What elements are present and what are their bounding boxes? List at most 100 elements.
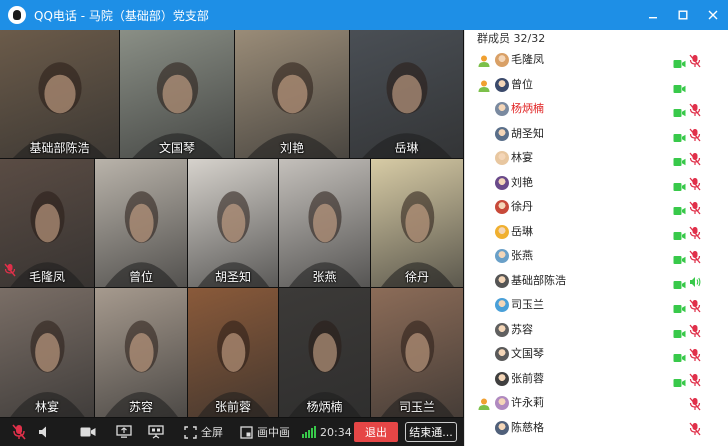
member-count-header: 群成员 32/32	[477, 32, 546, 45]
avatar	[495, 249, 509, 263]
mic-muted-icon	[689, 323, 701, 342]
admin-user-icon	[477, 78, 491, 97]
member-row[interactable]: 徐丹	[465, 195, 728, 220]
mic-muted-icon	[689, 298, 701, 317]
camera-on-icon	[673, 103, 686, 122]
tile-participant-name: 文国琴	[158, 141, 195, 155]
camera-on-icon	[673, 250, 686, 269]
video-grid: 基础部陈浩 文国琴 刘艳 岳琳 毛隆凤 曾位 胡圣知 张燕 徐丹 林宴 苏容 张…	[0, 30, 464, 418]
member-row[interactable]: 岳琳	[465, 220, 728, 245]
avatar	[495, 371, 509, 386]
speaker-button[interactable]	[38, 418, 52, 446]
member-name: 徐丹	[511, 200, 533, 213]
video-tile[interactable]: 胡圣知	[188, 159, 278, 287]
avatar	[495, 396, 509, 410]
video-tile[interactable]: 曾位	[95, 159, 187, 287]
mic-muted-icon	[689, 200, 701, 219]
tile-participant-name: 林宴	[34, 400, 59, 414]
pip-label: 画中画	[257, 426, 290, 439]
avatar	[495, 347, 509, 361]
member-row[interactable]: 杨炳楠	[465, 97, 728, 122]
window-title: QQ电话 - 马院（基础部）党支部	[34, 8, 209, 23]
camera-on-icon	[673, 324, 686, 343]
video-tile[interactable]: 张前蓉	[188, 288, 278, 417]
mic-muted-icon	[689, 421, 701, 440]
member-row[interactable]: 基础部陈浩	[465, 269, 728, 294]
video-tile[interactable]: 刘艳	[235, 30, 349, 158]
mic-muted-icon	[689, 102, 701, 121]
exit-button[interactable]: 退出	[354, 422, 398, 442]
mic-mute-button[interactable]	[12, 418, 26, 446]
member-row[interactable]: 文国琴	[465, 342, 728, 367]
video-tile[interactable]: 杨炳楠	[279, 288, 370, 417]
minimize-button[interactable]	[638, 0, 668, 30]
picture-in-picture-icon	[240, 425, 253, 439]
tile-participant-name: 胡圣知	[214, 270, 251, 284]
speaking-icon	[689, 274, 701, 293]
member-row[interactable]: 胡圣知	[465, 122, 728, 147]
window-controls	[638, 0, 728, 30]
member-name: 岳琳	[511, 224, 533, 238]
mic-muted-icon	[689, 396, 701, 415]
avatar	[495, 175, 509, 190]
video-tile[interactable]: 林宴	[0, 288, 94, 417]
member-row[interactable]: 曾位	[465, 73, 728, 98]
camera-on-icon	[673, 348, 686, 367]
video-tile[interactable]: 徐丹	[371, 159, 463, 287]
video-tile[interactable]: 司玉兰	[371, 288, 463, 417]
member-row[interactable]: 苏容	[465, 318, 728, 343]
camera-on-icon	[673, 79, 686, 98]
camera-on-icon	[673, 299, 686, 318]
video-tile[interactable]: 苏容	[95, 288, 187, 417]
camera-icon	[80, 427, 96, 437]
mic-muted-icon	[689, 151, 701, 170]
camera-button[interactable]	[80, 418, 96, 446]
member-row[interactable]: 刘艳	[465, 171, 728, 196]
maximize-button[interactable]	[668, 0, 698, 30]
video-tile[interactable]: 张燕	[279, 159, 370, 287]
mic-muted-icon	[689, 127, 701, 146]
member-name: 刘艳	[511, 175, 533, 189]
avatar	[495, 77, 509, 92]
member-row[interactable]: 毛隆凤	[465, 48, 728, 73]
camera-on-icon	[673, 152, 686, 171]
mic-muted-icon	[689, 372, 701, 391]
title-bar: QQ电话 - 马院（基础部）党支部	[0, 0, 728, 30]
mic-muted-icon	[689, 225, 701, 244]
member-row[interactable]: 林宴	[465, 146, 728, 171]
presentation-icon	[148, 425, 164, 439]
tile-participant-name: 司玉兰	[398, 400, 435, 414]
avatar	[495, 224, 509, 239]
video-tile[interactable]: 毛隆凤	[0, 159, 94, 287]
avatar	[495, 126, 509, 141]
member-name: 毛隆凤	[511, 53, 544, 66]
screen-share-icon	[116, 425, 132, 438]
end-call-button[interactable]: 结束通...	[405, 422, 457, 442]
call-toolbar: 全屏 画中画 20:34 退出 结束通...	[0, 418, 464, 446]
mic-muted-icon	[12, 424, 26, 440]
video-tile[interactable]: 岳琳	[350, 30, 463, 158]
tile-mic-muted-icon	[4, 262, 16, 281]
screen-share-button[interactable]	[116, 418, 132, 446]
mic-muted-icon	[689, 347, 701, 366]
tile-participant-name: 岳琳	[394, 141, 419, 155]
video-tile[interactable]: 文国琴	[120, 30, 234, 158]
member-name: 曾位	[511, 77, 533, 91]
presentation-button[interactable]	[148, 418, 164, 446]
member-row[interactable]: 张燕	[465, 244, 728, 269]
avatar	[495, 322, 509, 337]
member-row[interactable]: 许永莉	[465, 391, 728, 416]
member-row[interactable]: 张前蓉	[465, 367, 728, 392]
picture-in-picture-button[interactable]: 画中画	[240, 418, 290, 446]
close-button[interactable]	[698, 0, 728, 30]
camera-on-icon	[673, 373, 686, 392]
mic-muted-icon	[689, 53, 701, 72]
mic-muted-icon	[689, 176, 701, 195]
member-row[interactable]: 司玉兰	[465, 293, 728, 318]
member-name: 张前蓉	[511, 371, 544, 385]
video-tile[interactable]: 基础部陈浩	[0, 30, 119, 158]
avatar	[495, 102, 509, 116]
signal-icon	[302, 426, 316, 438]
fullscreen-button[interactable]: 全屏	[184, 418, 223, 446]
member-row[interactable]: 陈慈格	[465, 416, 728, 441]
